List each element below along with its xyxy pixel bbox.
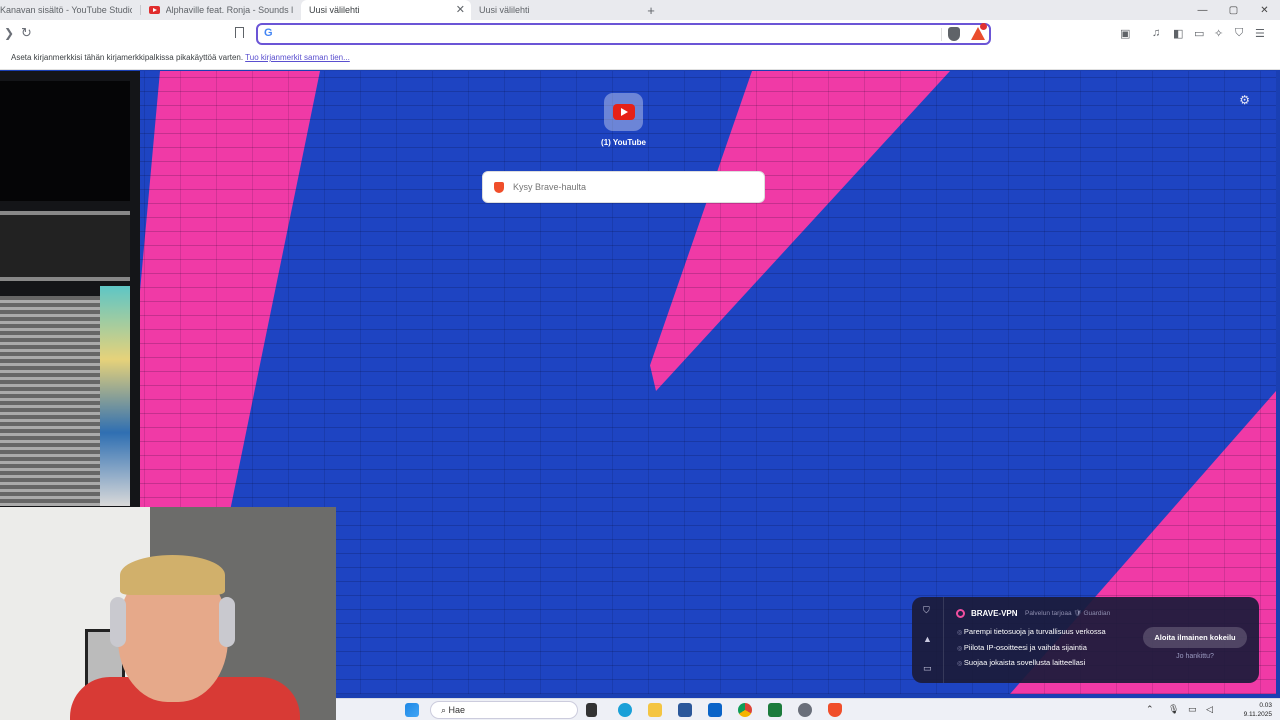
top-site-label[interactable]: (1) YouTube xyxy=(590,138,657,147)
system-clock[interactable]: 0.03 9.11.2025 xyxy=(1244,701,1272,719)
wallet-icon[interactable]: ▭ xyxy=(1194,27,1204,40)
brave-search-box[interactable] xyxy=(482,171,765,203)
tab-title: Uusi välilehti xyxy=(309,5,360,15)
brave-browser-icon[interactable] xyxy=(828,703,842,717)
tab-title: Uusi välilehti xyxy=(479,5,530,15)
clock-time: 0.03 xyxy=(1259,702,1272,709)
webcam-person-hair xyxy=(120,555,225,595)
headset-icon xyxy=(219,597,235,647)
taskbar-search[interactable]: ⌕ Hae xyxy=(430,701,578,719)
forward-icon[interactable]: ❯ xyxy=(4,26,14,40)
window-controls: — ▢ ✕ xyxy=(1187,0,1280,20)
windows-start-icon[interactable] xyxy=(405,703,419,717)
edge-icon[interactable] xyxy=(618,703,632,717)
vpn-title: BRAVE-VPN xyxy=(971,609,1018,618)
task-view-icon[interactable] xyxy=(586,703,597,717)
wallpaper-window xyxy=(0,81,130,201)
store-icon[interactable] xyxy=(678,703,692,717)
wallpaper-building xyxy=(0,71,140,511)
vpn-promo-panel: ⛉ ▲ ▭ BRAVE-VPN Palvelun tarjoaa 🛡 Guard… xyxy=(912,597,1259,683)
close-window-icon[interactable]: ✕ xyxy=(1249,0,1280,20)
toolbar: ❯ ↻ G ▣ ♫ ◧ ▭ ✧ ⛉ ☰ xyxy=(0,20,1280,48)
google-icon: G xyxy=(264,27,273,39)
tab-title: Alphaville feat. Ronja - Sounds like a xyxy=(165,5,293,15)
taskbar: ⌕ Hae ⌃ 🎙 ▭ ◁ 0.03 9.11.2025 xyxy=(336,698,1280,720)
outlook-icon[interactable] xyxy=(708,703,722,717)
bookmarks-hint: Aseta kirjanmerkkisi tähän kirjamerkkipa… xyxy=(11,53,244,62)
clock-date: 9.11.2025 xyxy=(1243,711,1272,718)
wallpaper-window xyxy=(0,211,130,281)
tab-new-active[interactable]: Uusi välilehti ✕ xyxy=(301,0,471,20)
media-icon[interactable]: ♫ xyxy=(1152,27,1160,39)
tab-title: Kanavan sisältö - YouTube Studio xyxy=(0,5,132,15)
tab-strip: Kanavan sisältö - YouTube Studio Alphavi… xyxy=(0,0,1280,20)
import-bookmarks-link[interactable]: Tuo kirjanmerkit saman tien... xyxy=(245,53,350,62)
brave-shields-icon[interactable] xyxy=(948,27,960,41)
bookmarks-bar: Aseta kirjanmerkkisi tähän kirjamerkkipa… xyxy=(0,48,1280,70)
taskbar-search-label: Hae xyxy=(448,705,466,715)
file-explorer-icon[interactable] xyxy=(648,703,662,717)
minimize-icon[interactable]: — xyxy=(1187,0,1218,20)
tab-youtube-studio[interactable]: Kanavan sisältö - YouTube Studio xyxy=(0,0,140,20)
leo-ai-icon[interactable]: ✧ xyxy=(1214,27,1223,40)
search-input[interactable] xyxy=(513,180,753,194)
reader-mode-icon[interactable]: ▣ xyxy=(1120,27,1130,40)
list-item: Suojaa jokaista sovellusta laitteellasi xyxy=(957,656,1106,672)
vpn-feature-list: Parempi tietosuoja ja turvallisuus verko… xyxy=(957,625,1106,672)
chevron-up-icon[interactable]: ⌃ xyxy=(1146,704,1154,715)
tab-alphaville[interactable]: Alphaville feat. Ronja - Sounds like a xyxy=(141,0,301,20)
youtube-icon xyxy=(149,6,160,14)
already-purchased-link[interactable]: Jo hankittu? xyxy=(1143,653,1247,660)
tab-new[interactable]: Uusi välilehti xyxy=(471,0,641,20)
list-item: Piilota IP-osoitteesi ja vaihda sijainti… xyxy=(957,641,1106,657)
display-icon[interactable]: ▭ xyxy=(1188,704,1197,715)
close-tab-icon[interactable]: ✕ xyxy=(456,3,465,16)
brave-lion-icon xyxy=(494,182,504,193)
shield-icon[interactable]: ⛉ xyxy=(923,605,930,616)
wallpaper-graffiti xyxy=(100,286,130,506)
new-tab-button[interactable]: + xyxy=(641,0,661,20)
settings-gear-icon[interactable] xyxy=(798,703,812,717)
warning-icon[interactable]: ▲ xyxy=(923,634,932,644)
start-free-trial-button[interactable]: Aloita ilmainen kokeilu xyxy=(1143,627,1247,648)
top-site-youtube[interactable] xyxy=(604,93,643,131)
headset-icon xyxy=(110,597,126,647)
bookmark-icon[interactable] xyxy=(235,27,244,38)
sidebar-icon[interactable]: ◧ xyxy=(1173,27,1183,40)
card-icon[interactable]: ▭ xyxy=(923,663,932,674)
vpn-shield-icon[interactable]: ⛉ xyxy=(1235,27,1243,40)
reload-icon[interactable]: ↻ xyxy=(21,25,32,41)
vpn-panel-rail: ⛉ ▲ ▭ xyxy=(912,597,944,683)
webcam-overlay xyxy=(0,507,336,720)
vpn-provider: Palvelun tarjoaa 🛡 Guardian xyxy=(1025,610,1111,617)
maximize-icon[interactable]: ▢ xyxy=(1218,0,1249,20)
address-input[interactable] xyxy=(282,27,942,41)
omnibox-divider xyxy=(941,28,942,41)
menu-icon[interactable]: ☰ xyxy=(1255,27,1265,40)
microphone-icon[interactable]: 🎙 xyxy=(1168,704,1179,715)
list-item: Parempi tietosuoja ja turvallisuus verko… xyxy=(957,625,1106,641)
vpn-logo-icon xyxy=(956,609,965,618)
address-bar[interactable]: G xyxy=(256,23,991,45)
wallpaper-shutter xyxy=(0,296,100,506)
app-icon[interactable] xyxy=(768,703,782,717)
notification-badge xyxy=(980,23,987,30)
volume-icon[interactable]: ◁ xyxy=(1206,704,1213,715)
customize-gear-icon[interactable]: ⚙ xyxy=(1239,93,1250,107)
chrome-icon[interactable] xyxy=(738,703,752,717)
youtube-icon xyxy=(612,104,635,120)
